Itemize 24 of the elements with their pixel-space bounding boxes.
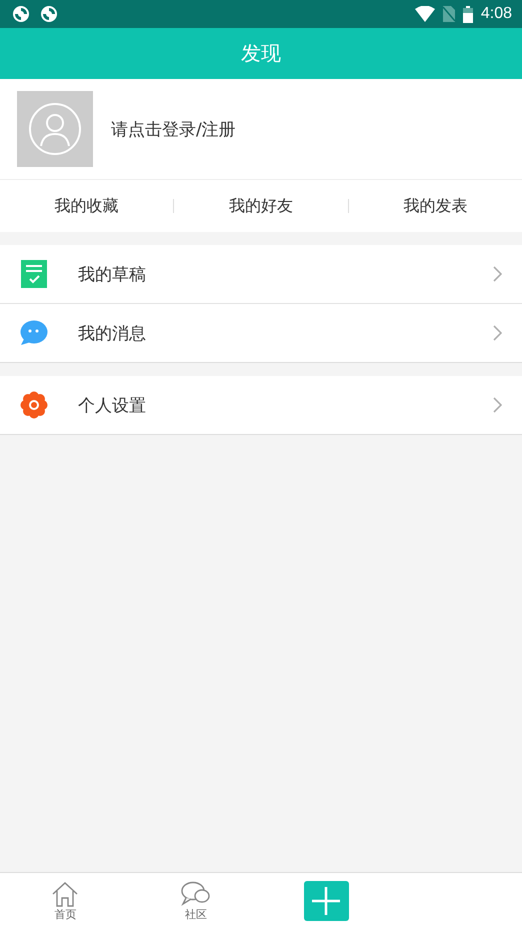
sync-icon bbox=[40, 5, 58, 23]
flower-gear-icon bbox=[20, 391, 48, 419]
chevron-right-icon bbox=[493, 397, 502, 413]
login-link[interactable]: 请点击登录/注册 bbox=[111, 118, 236, 140]
chat-bubble-icon bbox=[20, 320, 48, 346]
shortcut-link[interactable]: 我的发表 bbox=[348, 196, 522, 216]
menu-item[interactable]: 我的草稿 bbox=[0, 245, 522, 303]
chevron-right-icon bbox=[493, 325, 502, 341]
add-button[interactable] bbox=[304, 881, 349, 921]
nav-tab[interactable]: 首页 bbox=[51, 880, 80, 922]
avatar-icon[interactable] bbox=[17, 91, 93, 167]
status-time: 4:08 bbox=[480, 5, 512, 23]
page-title: 发现 bbox=[241, 40, 281, 67]
sync-icon bbox=[12, 5, 30, 23]
shortcut-link[interactable]: 我的好友 bbox=[174, 196, 348, 216]
battery-icon bbox=[462, 6, 473, 22]
shortcut-link[interactable]: 我的收藏 bbox=[0, 196, 174, 216]
wifi-icon bbox=[414, 6, 435, 22]
no-sim-icon bbox=[442, 6, 455, 22]
chevron-right-icon bbox=[493, 266, 502, 282]
checklist-icon bbox=[20, 260, 48, 288]
menu-item[interactable]: 个人设置 bbox=[0, 376, 522, 434]
nav-tab[interactable]: 社区 bbox=[180, 880, 211, 922]
menu-item[interactable]: 我的消息 bbox=[0, 303, 522, 362]
